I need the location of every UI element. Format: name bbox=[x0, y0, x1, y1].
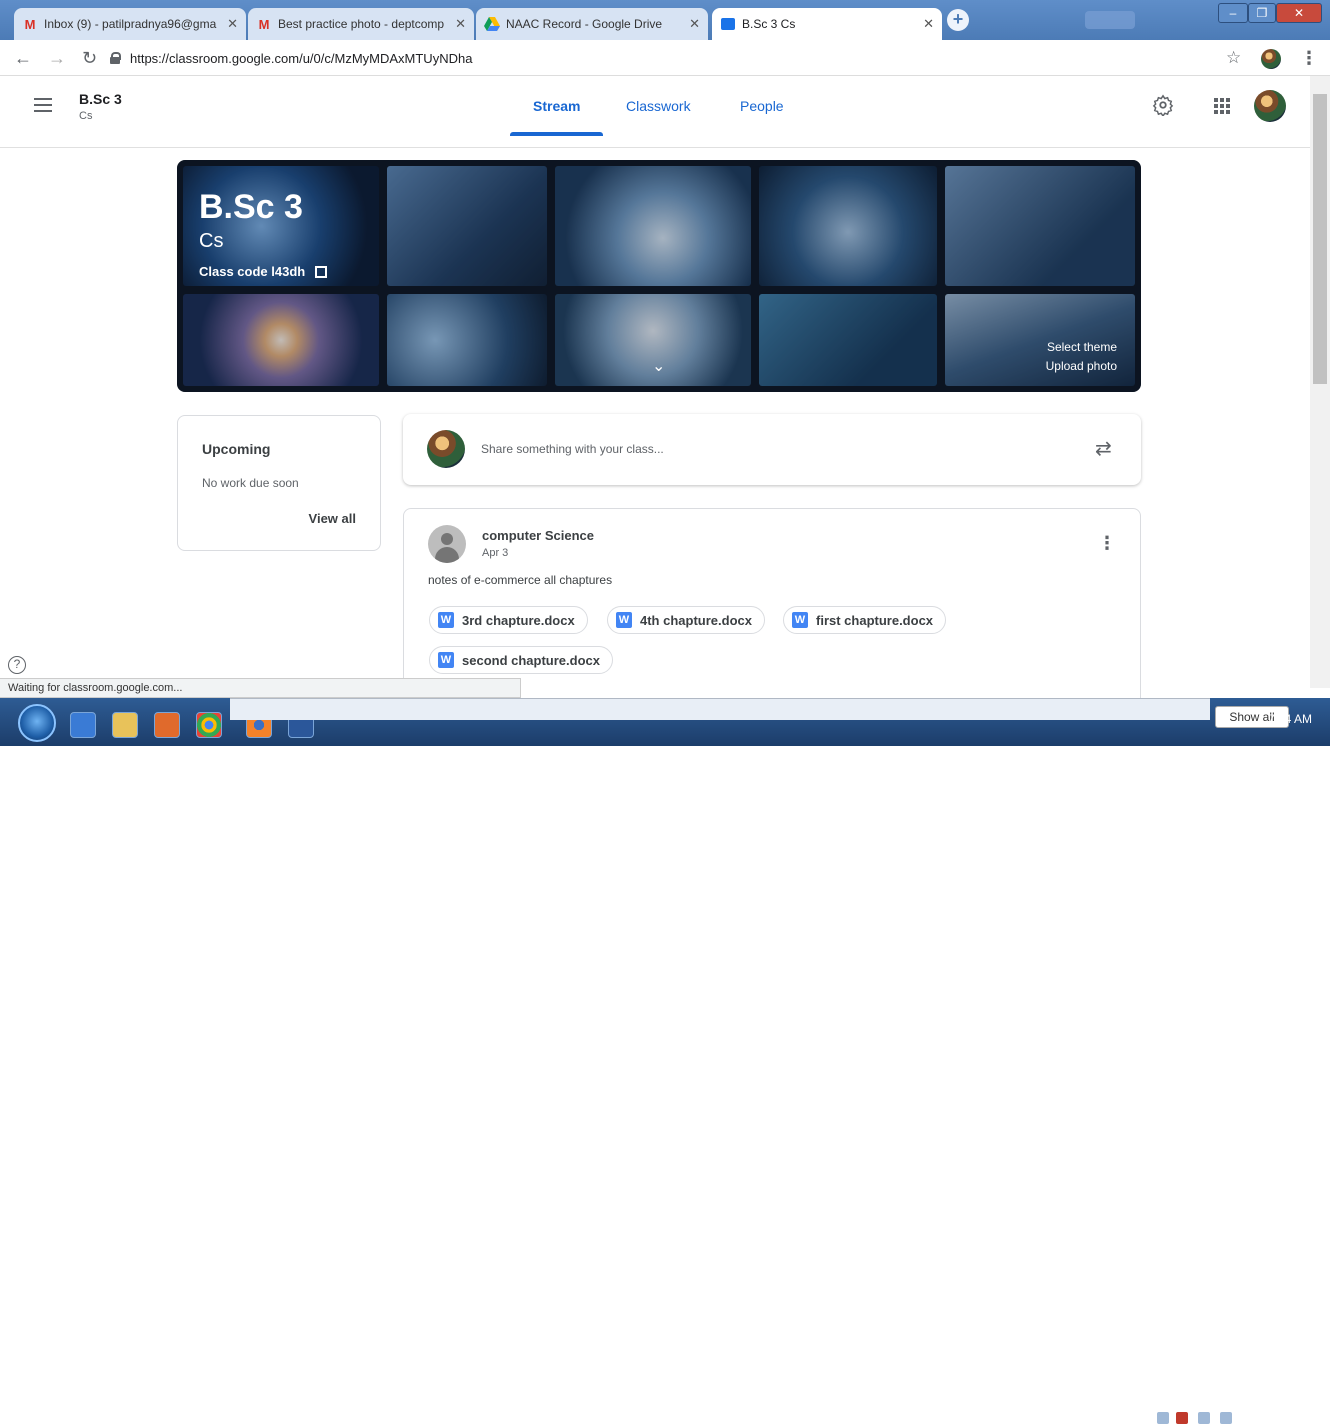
account-avatar[interactable] bbox=[1254, 90, 1286, 122]
browser-status-bar: Waiting for classroom.google.com... bbox=[0, 678, 521, 698]
repost-arrows-icon[interactable]: ⇄ bbox=[1095, 436, 1112, 461]
browser-tab-strip: M Inbox (9) - patilpradnya96@gma ✕ M Bes… bbox=[0, 0, 1330, 40]
banner-class-section: Cs bbox=[199, 230, 224, 252]
word-doc-icon: W bbox=[438, 612, 454, 628]
tab-stream[interactable]: Stream bbox=[533, 98, 580, 114]
attachment-name: second chapture.docx bbox=[462, 652, 600, 668]
browser-toolbar: ← → ↻ https://classroom.google.com/u/0/c… bbox=[0, 40, 1330, 76]
browser-tab-best-practice[interactable]: M Best practice photo - deptcomp ✕ bbox=[248, 8, 474, 40]
forward-arrow-icon[interactable]: → bbox=[48, 48, 66, 68]
post-text: notes of e-commerce all chaptures bbox=[428, 573, 613, 587]
author-avatar bbox=[428, 525, 466, 563]
select-theme-link[interactable]: Select theme bbox=[1047, 340, 1117, 354]
word-doc-icon: W bbox=[792, 612, 808, 628]
classroom-header: B.Sc 3 Cs Stream Classwork People bbox=[0, 76, 1310, 148]
gmail-icon: M bbox=[258, 16, 270, 32]
tab-title: B.Sc 3 Cs bbox=[742, 17, 796, 31]
browser-tab-inbox[interactable]: M Inbox (9) - patilpradnya96@gma ✕ bbox=[14, 8, 246, 40]
reload-icon[interactable]: ↻ bbox=[82, 48, 97, 68]
attachment-chip[interactable]: W 4th chapture.docx bbox=[607, 606, 765, 634]
back-arrow-icon[interactable]: ← bbox=[14, 48, 32, 68]
tab-title: Inbox (9) - patilpradnya96@gma bbox=[44, 17, 217, 31]
tray-volume-icon[interactable] bbox=[1220, 1412, 1232, 1424]
close-tab-icon[interactable]: ✕ bbox=[455, 16, 466, 32]
header-class-section: Cs bbox=[79, 110, 93, 122]
browser-tab-classroom[interactable]: B.Sc 3 Cs ✕ bbox=[712, 8, 942, 40]
close-tab-icon[interactable]: ✕ bbox=[689, 16, 700, 32]
taskbar-clock: 7:54 AM bbox=[1268, 712, 1313, 726]
windows-start-button[interactable] bbox=[18, 704, 56, 742]
tab-classwork[interactable]: Classwork bbox=[626, 98, 691, 114]
tab-people[interactable]: People bbox=[740, 98, 784, 114]
file-explorer-icon[interactable] bbox=[112, 712, 138, 738]
close-tab-icon[interactable]: ✕ bbox=[227, 16, 238, 32]
word-doc-icon: W bbox=[438, 652, 454, 668]
upload-photo-link[interactable]: Upload photo bbox=[1046, 359, 1117, 373]
downloads-shelf bbox=[230, 698, 1210, 720]
tray-arrow-icon[interactable] bbox=[1157, 1412, 1169, 1424]
attachment-name: 4th chapture.docx bbox=[640, 612, 752, 628]
user-avatar bbox=[427, 430, 465, 468]
header-class-name[interactable]: B.Sc 3 bbox=[79, 91, 122, 107]
post-date: Apr 3 bbox=[482, 547, 509, 559]
url-text: https://classroom.google.com/u/0/c/MzMyM… bbox=[130, 50, 473, 66]
post-author: computer Science bbox=[482, 528, 594, 543]
active-tab-indicator bbox=[510, 132, 603, 136]
browser-profile-pill[interactable] bbox=[1085, 11, 1135, 29]
minimize-button[interactable]: – bbox=[1218, 3, 1248, 23]
share-box[interactable]: Share something with your class... ⇄ bbox=[403, 414, 1141, 485]
google-drive-icon bbox=[484, 17, 500, 31]
chevron-down-icon[interactable]: ⌄ bbox=[652, 356, 665, 376]
attachment-chip[interactable]: W 3rd chapture.docx bbox=[429, 606, 588, 634]
tray-flag-icon[interactable] bbox=[1176, 1412, 1188, 1424]
new-tab-button[interactable]: + bbox=[947, 9, 969, 31]
browser-tab-naac-record[interactable]: NAAC Record - Google Drive ✕ bbox=[476, 8, 708, 40]
upcoming-title: Upcoming bbox=[202, 441, 271, 457]
tab-title: NAAC Record - Google Drive bbox=[506, 17, 663, 31]
view-all-link[interactable]: View all bbox=[309, 511, 356, 526]
extension-avatar-icon[interactable] bbox=[1261, 49, 1281, 69]
tab-title: Best practice photo - deptcomp bbox=[278, 17, 445, 31]
attachment-name: 3rd chapture.docx bbox=[462, 612, 575, 628]
internet-explorer-icon[interactable] bbox=[70, 712, 96, 738]
upcoming-message: No work due soon bbox=[202, 476, 299, 490]
class-code: Class code l43dh bbox=[199, 264, 306, 279]
bookmark-star-icon[interactable]: ☆ bbox=[1226, 48, 1241, 68]
lock-icon bbox=[110, 52, 121, 64]
close-window-button[interactable]: ✕ bbox=[1276, 3, 1322, 23]
media-player-icon[interactable] bbox=[154, 712, 180, 738]
banner-class-title: B.Sc 3 bbox=[199, 188, 303, 226]
maximize-button[interactable]: ❐ bbox=[1248, 3, 1276, 23]
chrome-menu-icon[interactable]: ⋮ bbox=[1300, 48, 1318, 68]
main-menu-icon[interactable] bbox=[34, 98, 52, 112]
share-placeholder[interactable]: Share something with your class... bbox=[481, 442, 664, 456]
close-tab-icon[interactable]: ✕ bbox=[923, 16, 934, 32]
scrollbar-thumb[interactable] bbox=[1313, 94, 1327, 384]
class-banner: B.Sc 3 Cs Class code l43dh ⌄ Select them… bbox=[177, 160, 1141, 392]
help-icon[interactable]: ? bbox=[8, 656, 26, 674]
classroom-icon bbox=[720, 17, 736, 31]
page-scrollbar[interactable] bbox=[1310, 76, 1330, 688]
tray-battery-icon[interactable] bbox=[1198, 1412, 1210, 1424]
address-bar[interactable]: https://classroom.google.com/u/0/c/MzMyM… bbox=[110, 46, 1250, 70]
word-doc-icon: W bbox=[616, 612, 632, 628]
more-options-icon[interactable]: ⋮ bbox=[1098, 533, 1116, 554]
gmail-icon: M bbox=[24, 16, 36, 32]
attachment-name: first chapture.docx bbox=[816, 612, 934, 628]
upcoming-card: Upcoming No work due soon View all bbox=[177, 415, 381, 551]
chrome-taskbar-icon[interactable] bbox=[196, 712, 222, 738]
display-fullscreen-icon[interactable] bbox=[315, 266, 327, 278]
apps-grid-icon[interactable] bbox=[1214, 98, 1230, 114]
attachment-chip[interactable]: Wfirst chapture.docx bbox=[783, 606, 947, 634]
settings-gear-icon[interactable] bbox=[1152, 94, 1174, 116]
attachment-chip[interactable]: Wsecond chapture.docx bbox=[429, 646, 613, 674]
